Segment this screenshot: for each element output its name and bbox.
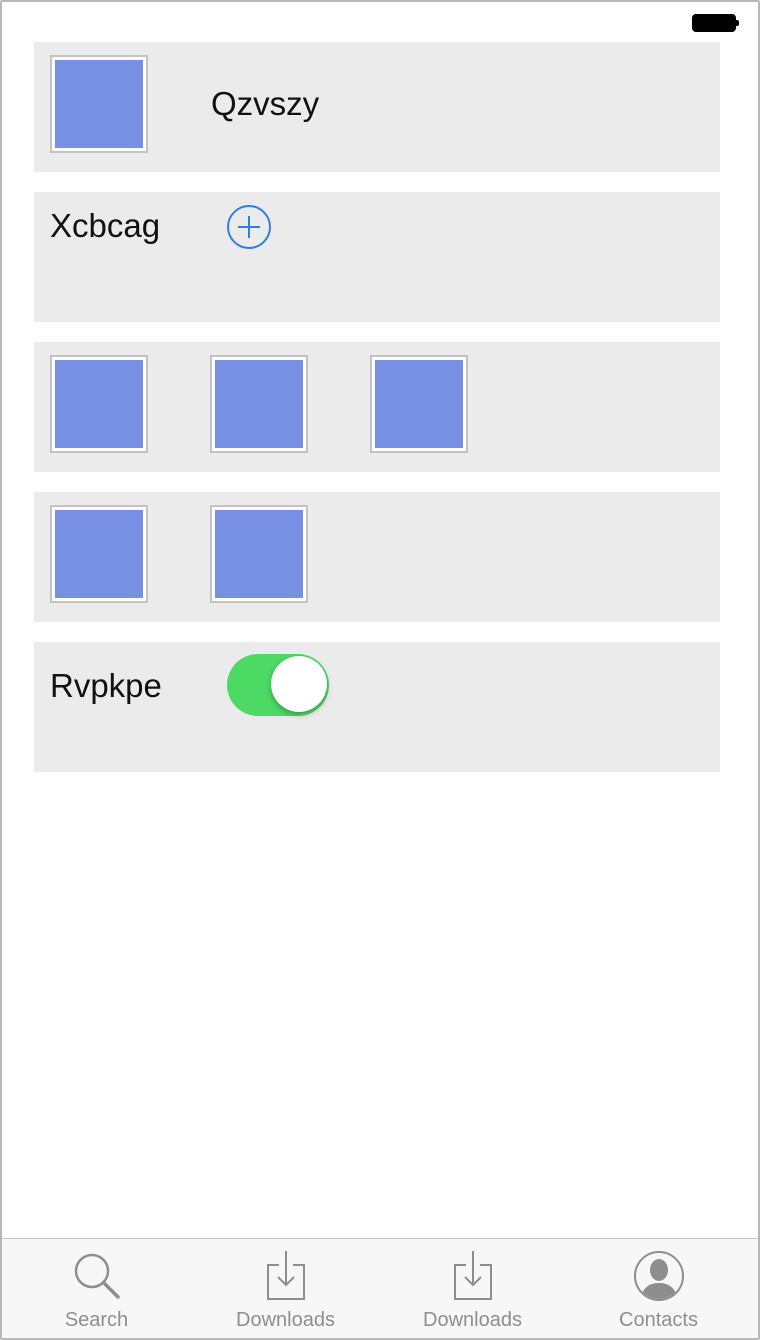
image-placeholder	[55, 60, 143, 148]
list-row-image-label[interactable]: Qzvszy	[34, 42, 720, 172]
toggle-switch[interactable]	[227, 654, 329, 716]
tab-contacts[interactable]: Contacts	[564, 1239, 753, 1338]
tab-label: Search	[64, 1309, 129, 1331]
image-thumbnail[interactable]	[370, 355, 468, 453]
tab-label: Downloads	[236, 1309, 335, 1331]
list-row-images[interactable]	[34, 342, 720, 472]
list-row-images[interactable]	[34, 492, 720, 622]
battery-full-icon	[692, 14, 739, 32]
search-icon	[74, 1253, 120, 1299]
image-placeholder	[375, 360, 463, 448]
download-icon	[266, 1251, 305, 1300]
tab-label: Contacts	[619, 1309, 698, 1331]
toggle-knob[interactable]	[271, 656, 327, 712]
image-thumbnail[interactable]	[50, 355, 148, 453]
tab-label: Downloads	[423, 1309, 522, 1331]
app-screen: Qzvszy Xcbcag Rvpkpe Search Downloads Do…	[0, 0, 760, 1340]
row-label: Xcbcag	[50, 207, 161, 244]
image-placeholder	[215, 360, 303, 448]
tab-downloads-2[interactable]: Downloads	[378, 1239, 567, 1338]
tab-search[interactable]: Search	[2, 1239, 191, 1338]
image-thumbnail[interactable]	[50, 505, 148, 603]
image-thumbnail[interactable]	[210, 505, 308, 603]
list-row-label-toggle[interactable]: Rvpkpe	[34, 642, 720, 772]
contact-icon	[633, 1251, 684, 1301]
download-icon	[453, 1251, 492, 1300]
tab-bar: Search Downloads Downloads Contacts	[2, 1238, 758, 1338]
image-placeholder	[55, 360, 143, 448]
row-label: Rvpkpe	[50, 667, 162, 704]
plus-circle-icon[interactable]	[227, 205, 271, 249]
tab-downloads[interactable]: Downloads	[191, 1239, 380, 1338]
row-label: Qzvszy	[211, 85, 320, 122]
image-placeholder	[215, 510, 303, 598]
list-row-label-add[interactable]: Xcbcag	[34, 192, 720, 322]
image-thumbnail[interactable]	[210, 355, 308, 453]
image-placeholder	[55, 510, 143, 598]
image-thumbnail[interactable]	[50, 55, 148, 153]
